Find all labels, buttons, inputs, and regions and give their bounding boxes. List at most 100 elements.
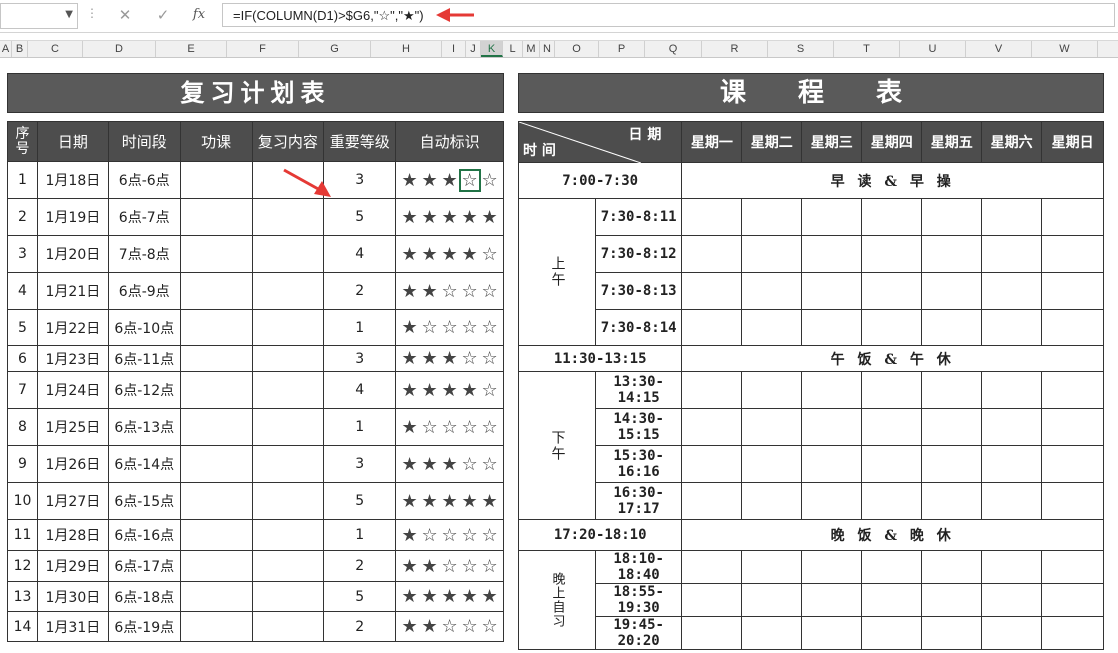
cell-subject[interactable]: [179, 611, 253, 642]
schedule-cell[interactable]: [861, 583, 923, 617]
schedule-cell[interactable]: [981, 235, 1043, 273]
cell-stars[interactable]: ★ ☆ ☆ ☆ ☆: [395, 519, 504, 551]
cell-stars[interactable]: ★ ☆ ☆ ☆ ☆: [395, 408, 504, 446]
cell-date[interactable]: 1月29日: [36, 550, 109, 582]
schedule-cell[interactable]: [861, 371, 923, 409]
cell-index[interactable]: 10: [7, 482, 38, 520]
star-icon[interactable]: ★: [420, 348, 440, 369]
star-icon[interactable]: ★: [420, 556, 440, 577]
star-icon[interactable]: ★: [400, 417, 420, 438]
star-icon[interactable]: ☆: [480, 525, 500, 546]
star-icon[interactable]: ☆: [460, 348, 480, 369]
schedule-cell[interactable]: [981, 371, 1043, 409]
schedule-cell[interactable]: [981, 272, 1043, 310]
schedule-cell[interactable]: [1041, 309, 1104, 346]
schedule-cell[interactable]: [981, 482, 1043, 520]
cell-level[interactable]: 5: [323, 482, 397, 520]
schedule-cell[interactable]: [921, 272, 983, 310]
cell-time[interactable]: 6点-9点: [107, 272, 181, 310]
cell-content[interactable]: [251, 371, 325, 409]
cell-index[interactable]: 9: [7, 445, 38, 483]
cell-subject[interactable]: [179, 445, 253, 483]
cell-subject[interactable]: [179, 408, 253, 446]
star-icon[interactable]: ☆: [420, 525, 440, 546]
star-icon[interactable]: ★: [420, 244, 440, 265]
column-header-q[interactable]: Q: [645, 41, 702, 57]
schedule-cell[interactable]: [681, 408, 743, 446]
cell-stars[interactable]: ★ ★ ★ ★ ★: [395, 482, 504, 520]
star-icon[interactable]: ★: [400, 281, 420, 302]
schedule-cell[interactable]: [981, 309, 1043, 346]
star-icon[interactable]: ☆: [460, 454, 480, 475]
column-header-w[interactable]: W: [1032, 41, 1098, 57]
column-header-t[interactable]: T: [834, 41, 900, 57]
star-icon[interactable]: ☆: [480, 317, 500, 338]
schedule-cell[interactable]: [1041, 583, 1104, 617]
star-icon[interactable]: ★: [460, 586, 480, 607]
star-icon[interactable]: ☆: [420, 317, 440, 338]
star-icon[interactable]: ★: [400, 586, 420, 607]
star-icon[interactable]: ★: [400, 348, 420, 369]
column-header-l[interactable]: L: [503, 41, 523, 57]
cell-date[interactable]: 1月26日: [36, 445, 109, 483]
column-header-x[interactable]: X: [1098, 41, 1118, 57]
cell-stars[interactable]: ★ ★ ★ ☆ ☆: [395, 345, 504, 372]
schedule-cell[interactable]: [861, 235, 923, 273]
schedule-cell[interactable]: [741, 371, 803, 409]
cell-subject[interactable]: [179, 235, 253, 273]
star-icon[interactable]: ☆: [440, 317, 460, 338]
column-header-v[interactable]: V: [966, 41, 1032, 57]
cell-date[interactable]: 1月31日: [36, 611, 109, 642]
cell-level[interactable]: 2: [323, 611, 397, 642]
star-icon[interactable]: ★: [440, 170, 460, 191]
star-icon[interactable]: ★: [420, 380, 440, 401]
star-icon[interactable]: ☆: [480, 556, 500, 577]
cell-content[interactable]: [251, 309, 325, 346]
star-icon[interactable]: ★: [420, 586, 440, 607]
schedule-cell[interactable]: [861, 445, 923, 483]
star-icon[interactable]: ★: [480, 207, 500, 228]
column-header-u[interactable]: U: [900, 41, 966, 57]
cell-time[interactable]: 6点-7点: [107, 198, 181, 236]
schedule-cell[interactable]: [681, 445, 743, 483]
schedule-cell[interactable]: [681, 616, 743, 650]
star-icon[interactable]: ☆: [440, 525, 460, 546]
column-header-a[interactable]: A: [0, 41, 12, 57]
star-icon[interactable]: ★: [420, 616, 440, 637]
star-icon[interactable]: ★: [440, 348, 460, 369]
star-icon[interactable]: ★: [400, 244, 420, 265]
cell-content[interactable]: [251, 161, 325, 199]
star-icon[interactable]: ★: [400, 207, 420, 228]
cell-index[interactable]: 5: [7, 309, 38, 346]
star-icon[interactable]: ★: [400, 525, 420, 546]
cell-level[interactable]: 1: [323, 408, 397, 446]
schedule-cell[interactable]: [741, 235, 803, 273]
star-icon[interactable]: ☆: [460, 556, 480, 577]
schedule-cell[interactable]: [801, 198, 863, 236]
schedule-cell[interactable]: [681, 198, 743, 236]
more-options-icon[interactable]: ⋮: [86, 6, 98, 20]
star-icon[interactable]: ☆: [480, 454, 500, 475]
column-header-r[interactable]: R: [702, 41, 768, 57]
cell-content[interactable]: [251, 235, 325, 273]
schedule-cell[interactable]: [1041, 445, 1104, 483]
star-icon[interactable]: ☆: [480, 244, 500, 265]
cell-date[interactable]: 1月21日: [36, 272, 109, 310]
column-header-n[interactable]: N: [540, 41, 555, 57]
star-icon[interactable]: ★: [440, 380, 460, 401]
schedule-cell[interactable]: [1041, 408, 1104, 446]
column-header-s[interactable]: S: [768, 41, 834, 57]
column-header-k[interactable]: K: [481, 41, 503, 57]
cell-time[interactable]: 7点-8点: [107, 235, 181, 273]
cell-subject[interactable]: [179, 345, 253, 372]
schedule-cell[interactable]: [861, 272, 923, 310]
star-icon[interactable]: ☆: [460, 317, 480, 338]
star-icon[interactable]: ☆: [480, 281, 500, 302]
schedule-cell[interactable]: [921, 198, 983, 236]
column-header-i[interactable]: I: [442, 41, 466, 57]
cell-subject[interactable]: [179, 550, 253, 582]
star-icon[interactable]: ☆: [440, 616, 460, 637]
cell-level[interactable]: 2: [323, 272, 397, 310]
schedule-cell[interactable]: [801, 235, 863, 273]
cell-level[interactable]: 3: [323, 161, 397, 199]
